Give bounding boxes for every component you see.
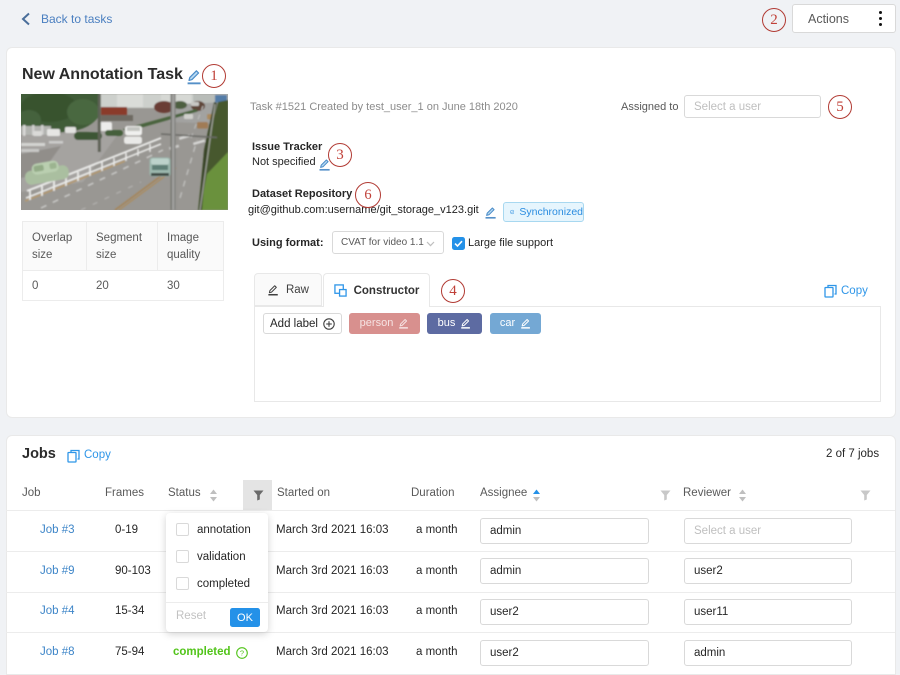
svg-text:?: ? (240, 649, 244, 658)
